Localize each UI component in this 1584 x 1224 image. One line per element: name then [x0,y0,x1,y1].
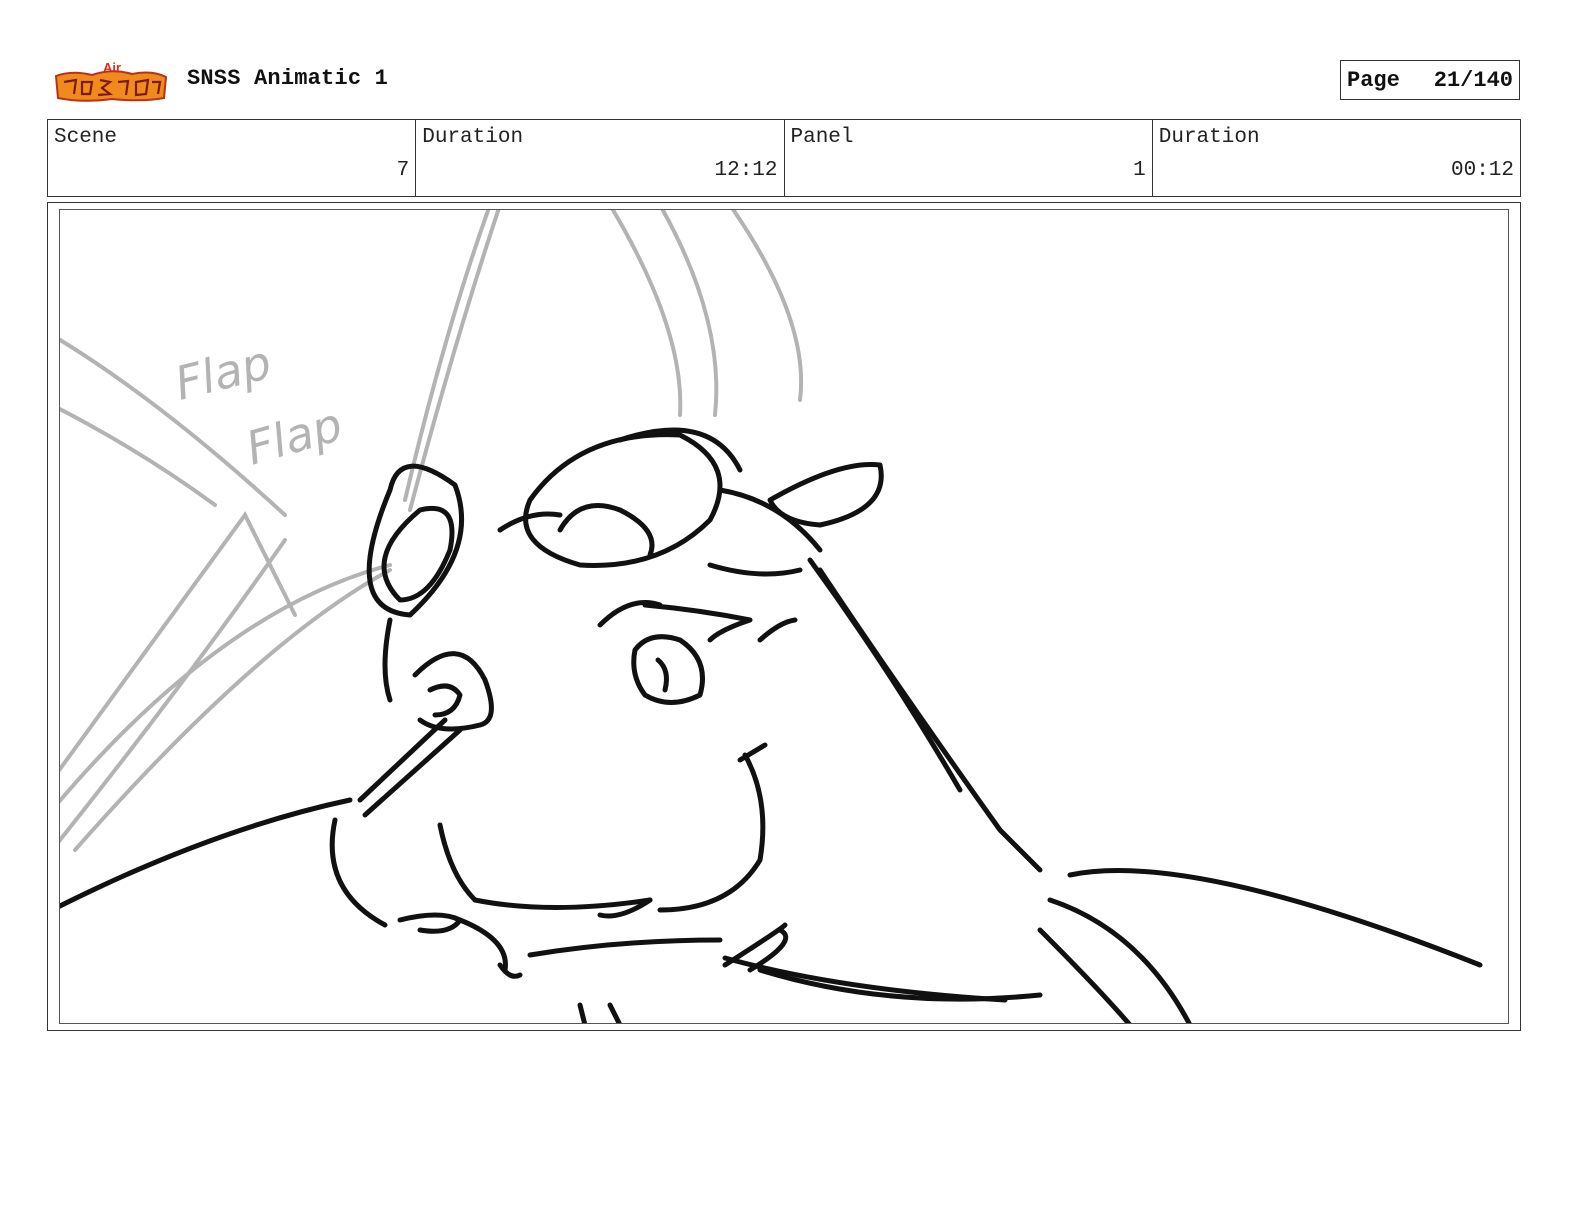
scene-label: Scene [54,126,118,149]
scene-duration-cell: Duration 12:12 [416,120,785,196]
page-indicator: Page 21/140 [1340,60,1520,100]
panel-label: Panel [790,126,854,149]
show-logo-icon: Air [52,58,170,104]
scene-duration-label: Duration [422,126,524,149]
character-sketch [60,427,1483,1023]
panel-cell: Panel 1 [785,120,1153,196]
project-title: SNSS Animatic 1 [187,66,389,91]
scene-duration-value: 12:12 [714,159,778,182]
scene-value: 7 [396,159,410,182]
sfx-text-1: Flap [170,335,277,411]
panel-value: 1 [1133,159,1146,182]
sketch-drawing: Flap Flap [60,210,1483,1023]
sfx-text-2: Flap [240,397,348,476]
panel-duration-cell: Duration 00:12 [1153,120,1520,196]
storyboard-panel: Flap Flap [59,209,1509,1024]
panel-info-table: Scene 7 Duration 12:12 Panel 1 Duration … [47,119,1521,197]
panel-duration-label: Duration [1158,126,1260,149]
page-number: 21/140 [1433,67,1513,93]
panel-duration-value: 00:12 [1450,159,1514,182]
page-label: Page [1347,67,1400,93]
scene-cell: Scene 7 [48,120,417,196]
